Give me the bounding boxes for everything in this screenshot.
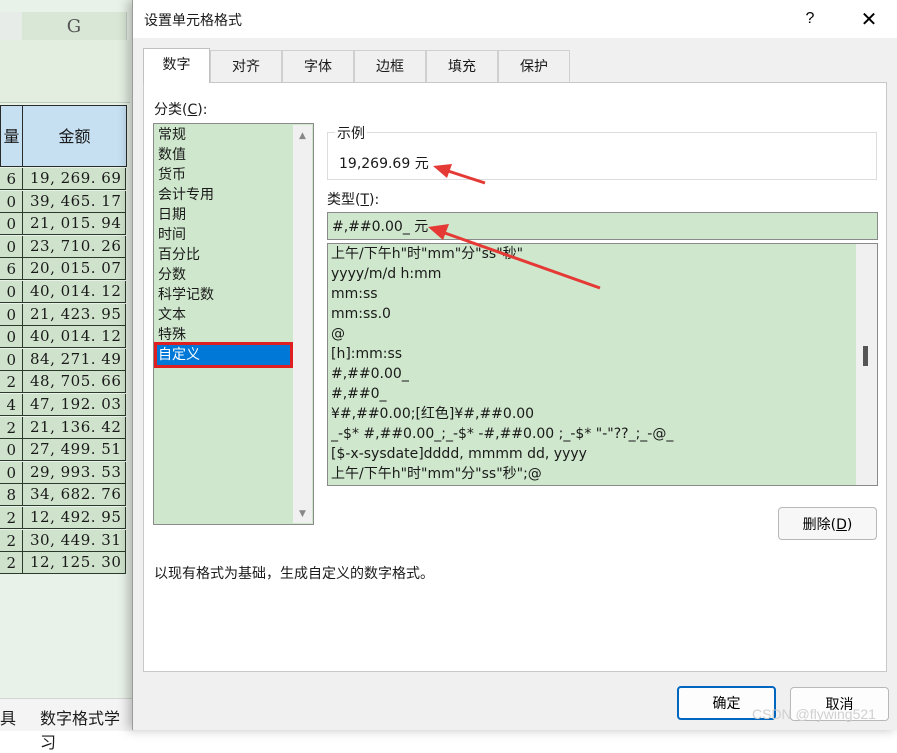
type-label: 类型(T): xyxy=(327,192,380,208)
scroll-down-icon[interactable]: ▼ xyxy=(293,505,312,523)
amount-cell[interactable]: 47, 192. 03 xyxy=(22,394,126,416)
format-list-scrollbar[interactable] xyxy=(856,244,877,485)
quantity-cell[interactable]: 0 xyxy=(0,461,22,484)
category-item[interactable]: 分数 xyxy=(157,265,290,285)
amount-cell[interactable]: 21, 136. 42 xyxy=(22,416,126,439)
quantity-cell[interactable]: 0 xyxy=(0,439,22,462)
number-tab-panel: 分类(C): 常规 数值 货币 会计专用 日期 时间 百分比 分数 科学记数 文本 特殊 自定义 ▲ … xyxy=(143,82,887,672)
quantity-cell[interactable]: 8 xyxy=(0,484,22,507)
amount-cell[interactable]: 40, 014. 12 xyxy=(22,326,126,349)
amount-header-cell[interactable]: 金额 xyxy=(22,105,127,167)
format-code-item[interactable]: #,##0_ xyxy=(331,384,851,404)
category-item[interactable]: 日期 xyxy=(157,205,290,225)
category-label: 分类(C): xyxy=(154,102,208,118)
sample-label: 示例 xyxy=(335,123,367,143)
category-item[interactable]: 常规 xyxy=(157,125,290,145)
amount-cell[interactable]: 20, 015. 07 xyxy=(22,258,126,281)
category-scrollbar[interactable]: ▲ ▼ xyxy=(293,125,312,523)
column-header-g[interactable]: G xyxy=(22,12,127,41)
quantity-header-cell[interactable]: 量 xyxy=(0,105,23,167)
quantity-cell[interactable]: 2 xyxy=(0,552,22,575)
category-list[interactable]: 常规 数值 货币 会计专用 日期 时间 百分比 分数 科学记数 文本 特殊 自定义 ▲ ▼ xyxy=(153,123,314,525)
quantity-cell[interactable]: 0 xyxy=(0,281,22,303)
sheet-tab-bar: 具 数字格式学习 xyxy=(0,698,135,752)
description-text: 以现有格式为基础，生成自定义的数字格式。 xyxy=(154,566,434,582)
column-header-f[interactable] xyxy=(0,12,23,41)
category-item[interactable]: 会计专用 xyxy=(157,185,290,205)
quantity-cell[interactable]: 2 xyxy=(0,416,22,439)
quantity-cell[interactable]: 4 xyxy=(0,394,22,416)
category-item[interactable]: 特殊 xyxy=(157,325,290,345)
amount-cell[interactable]: 19, 269. 69 xyxy=(22,168,126,190)
category-item[interactable]: 自定义 xyxy=(154,342,293,368)
quantity-cell[interactable]: 0 xyxy=(0,303,22,326)
help-button[interactable]: ? xyxy=(795,6,825,32)
quantity-cell[interactable]: 0 xyxy=(0,348,22,371)
format-cells-dialog: 设置单元格格式 ? ✕ 数字 对齐 字体 边框 填充 保护 分类(C): 常规数… xyxy=(132,0,897,730)
tab-font[interactable]: 字体 xyxy=(282,50,354,82)
sample-box: 19,269.69 元 xyxy=(327,132,877,180)
tab-alignment[interactable]: 对齐 xyxy=(210,50,282,82)
quantity-cell[interactable]: 0 xyxy=(0,213,22,236)
sheet-tab-fragment[interactable]: 具 xyxy=(0,705,16,729)
tab-number[interactable]: 数字 xyxy=(143,48,210,83)
tab-fill[interactable]: 填充 xyxy=(426,50,498,82)
tab-border[interactable]: 边框 xyxy=(354,50,426,82)
format-code-item[interactable]: yyyy/m/d h:mm xyxy=(331,264,851,284)
amount-cell[interactable]: 40, 014. 12 xyxy=(22,281,126,303)
quantity-cell[interactable]: 0 xyxy=(0,190,22,213)
amount-cell[interactable]: 34, 682. 76 xyxy=(22,484,126,507)
format-code-item[interactable]: mm:ss.0 xyxy=(331,304,851,324)
amount-cell[interactable]: 12, 125. 30 xyxy=(22,552,126,575)
tab-protection[interactable]: 保护 xyxy=(498,50,570,82)
scrollbar-thumb[interactable] xyxy=(863,346,868,366)
type-input[interactable] xyxy=(327,212,878,240)
quantity-cell[interactable]: 6 xyxy=(0,168,22,190)
amount-cell[interactable]: 30, 449. 31 xyxy=(22,529,126,552)
quantity-cell[interactable]: 2 xyxy=(0,529,22,552)
format-code-item[interactable]: 上午/下午h"时"mm"分"ss"秒";@ xyxy=(331,464,851,484)
watermark: CSDN @flywing521 xyxy=(752,706,876,722)
amount-cell[interactable]: 27, 499. 51 xyxy=(22,439,126,462)
format-code-item[interactable]: ¥#,##0.00;[红色]¥#,##0.00 xyxy=(331,404,851,424)
category-item[interactable]: 数值 xyxy=(157,145,290,165)
category-item[interactable]: 百分比 xyxy=(157,245,290,265)
amount-cell[interactable]: 48, 705. 66 xyxy=(22,371,126,394)
category-item[interactable]: 文本 xyxy=(157,305,290,325)
format-code-item[interactable]: _-$* #,##0.00_;_-$* -#,##0.00 ;_-$* "-"?… xyxy=(331,424,851,444)
format-code-item[interactable]: [$-x-sysdate]dddd, mmmm dd, yyyy xyxy=(331,444,851,464)
amount-cell[interactable]: 12, 492. 95 xyxy=(22,507,126,529)
amount-cell[interactable]: 84, 271. 49 xyxy=(22,348,126,371)
format-code-item[interactable]: #,##0.00_ xyxy=(331,364,851,384)
amount-cell[interactable]: 21, 015. 94 xyxy=(22,213,126,236)
dialog-titlebar[interactable]: 设置单元格格式 ? ✕ xyxy=(133,0,897,38)
sheet-tab-number-format[interactable]: 数字格式学习 xyxy=(40,705,135,753)
format-code-item[interactable]: mm:ss xyxy=(331,284,851,304)
format-code-item[interactable]: 上午/下午h"时"mm"分"ss"秒" xyxy=(331,244,851,264)
quantity-cell[interactable]: 0 xyxy=(0,326,22,349)
quantity-cell[interactable]: 2 xyxy=(0,507,22,529)
category-item[interactable]: 货币 xyxy=(157,165,290,185)
category-item[interactable]: 时间 xyxy=(157,225,290,245)
format-code-item[interactable]: @ xyxy=(331,324,851,344)
close-button[interactable]: ✕ xyxy=(849,4,889,34)
scroll-up-icon[interactable]: ▲ xyxy=(293,127,312,145)
amount-cell[interactable]: 21, 423. 95 xyxy=(22,303,126,326)
amount-cell[interactable]: 39, 465. 17 xyxy=(22,190,126,213)
dialog-title: 设置单元格格式 xyxy=(144,13,242,29)
amount-cell[interactable]: 29, 993. 53 xyxy=(22,461,126,484)
category-item[interactable]: 科学记数 xyxy=(157,285,290,305)
quantity-cell[interactable]: 6 xyxy=(0,258,22,281)
quantity-cell[interactable]: 0 xyxy=(0,235,22,258)
quantity-cell[interactable]: 2 xyxy=(0,371,22,394)
delete-button[interactable]: 删除(D) xyxy=(778,507,877,540)
sample-value: 19,269.69 元 xyxy=(339,156,429,172)
format-code-item[interactable]: [h]:mm:ss xyxy=(331,344,851,364)
sheet-title-band xyxy=(0,40,130,103)
format-code-list[interactable]: 上午/下午h"时"mm"分"ss"秒" yyyy/m/d h:mm mm:ss mm:… xyxy=(327,243,878,486)
amount-cell[interactable]: 23, 710. 26 xyxy=(22,235,126,258)
